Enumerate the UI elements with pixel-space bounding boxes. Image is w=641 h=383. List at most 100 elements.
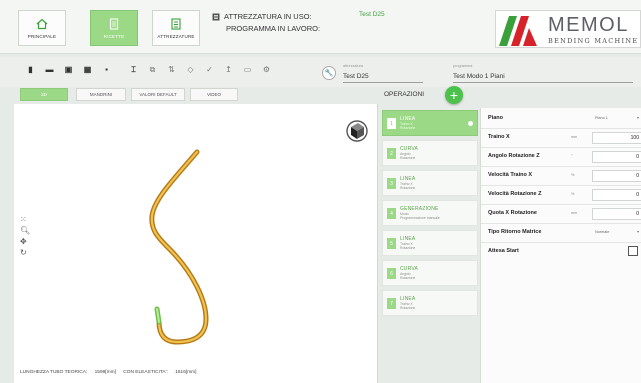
program-info: ATTREZZATURA IN USO: PROGRAMMA IN LAVORO…: [212, 11, 320, 35]
open-icon[interactable]: ▮: [26, 65, 35, 74]
angolo-rotazione-z-input[interactable]: 0: [592, 151, 641, 163]
param-label: Tipo Ritorno Matrice: [488, 229, 542, 235]
toolbar-icons: ▮ ▬ ▣ ▦ ▪ ⌶ ⧉ ⇅ ◇ ✓ ↥ ▭ ⚙: [26, 65, 271, 75]
tooling-status-icon: [212, 13, 220, 21]
program-field-value: Test Modo 1 Piani: [453, 73, 505, 80]
operations-title: OPERAZIONI: [384, 91, 425, 98]
piano-select[interactable]: Piano 1: [592, 113, 641, 125]
operation-item[interactable]: 3 LINEA Traino X Rotazione: [382, 170, 478, 196]
tooling-field[interactable]: attrezzatura Test D25: [343, 64, 423, 83]
operation-details: Modo Programmazione manuale: [400, 212, 440, 220]
save-icon[interactable]: ▬: [45, 65, 54, 74]
attesa-start-checkbox[interactable]: [628, 246, 638, 256]
param-row-attesa-start: Attesa Start: [481, 243, 641, 262]
grid-icon[interactable]: ⌶: [129, 65, 138, 74]
elastic-length-value: 1616[mm]: [175, 370, 197, 375]
theoretical-length-label: LUNGHEZZA TUBO TEORICA:: [20, 370, 88, 375]
chevron-down-icon: ▾: [636, 229, 639, 234]
operation-number: 1: [387, 118, 396, 129]
operation-number: 3: [387, 178, 396, 189]
nav-button-principale[interactable]: PRINCIPALE: [18, 10, 66, 46]
param-unit: mm: [571, 211, 578, 215]
select-icon[interactable]: ⁙: [20, 215, 30, 224]
param-row-velocita-rotazione-z: Velocità Rotazione Z % 0: [481, 186, 641, 205]
velocita-traino-x-input[interactable]: 0: [592, 170, 641, 182]
operation-item[interactable]: 1 LINEA Traino X Rotazione: [382, 110, 478, 136]
add-operation-button[interactable]: +: [445, 86, 463, 104]
operation-details: Angolo Rotazione: [400, 152, 416, 160]
param-row-piano: Piano Piano 1 ▾: [481, 110, 641, 129]
sort-icon[interactable]: ⇅: [167, 65, 176, 74]
tooling-field-value: Test D25: [343, 73, 369, 80]
param-unit: %: [571, 192, 575, 196]
home-icon: [36, 18, 48, 29]
tooling-in-use-value: Test D25: [359, 11, 385, 18]
zoom-icon[interactable]: 🔍︎: [20, 226, 30, 235]
param-label: Velocità Traino X: [488, 172, 533, 178]
theoretical-length-value: 1599[mm]: [94, 370, 116, 375]
nav-button-label: ATTREZZATURE: [157, 33, 195, 39]
orientation-cube-icon[interactable]: [346, 118, 368, 144]
tooling-in-use-label: ATTREZZATURA IN USO:: [224, 12, 312, 21]
operation-item[interactable]: 4 GENERAZIONE Modo Programmazione manual…: [382, 200, 478, 226]
param-label: Quota X Rotazione: [488, 210, 537, 216]
param-label: Velocità Rotazione Z: [488, 191, 542, 197]
wrench-button[interactable]: 🔧: [322, 66, 336, 80]
copy-icon[interactable]: ▭: [243, 65, 252, 74]
nav-button-ricette[interactable]: RICETTE: [90, 10, 138, 46]
logo-tagline: BENDING MACHINE: [548, 37, 639, 45]
program-field[interactable]: programma Test Modo 1 Piani: [453, 64, 633, 83]
operation-item[interactable]: 6 CURVA Angolo Rotazione: [382, 260, 478, 286]
nav-button-label: PRINCIPALE: [27, 33, 57, 39]
fit-view-icon[interactable]: ⧉: [148, 65, 157, 74]
save-as-icon[interactable]: ▣: [64, 65, 73, 74]
operation-number: 7: [387, 298, 396, 309]
param-row-quota-x-rotazione: Quota X Rotazione mm 0: [481, 205, 641, 224]
traino-x-input[interactable]: 100: [592, 132, 641, 144]
check-icon[interactable]: ✓: [205, 65, 214, 74]
tab-3d[interactable]: 3D: [20, 88, 68, 101]
cube-icon[interactable]: ◇: [186, 65, 195, 74]
param-label: Piano: [488, 115, 503, 121]
param-label: Traino X: [488, 134, 510, 140]
param-unit: °: [571, 154, 573, 158]
viewport-tools: ⁙ 🔍︎ ✥ ↻: [20, 215, 30, 257]
pan-icon[interactable]: ✥: [20, 237, 30, 246]
param-unit: %: [571, 173, 575, 177]
operations-list: 1 LINEA Traino X Rotazione 2 CURVA Angol…: [382, 110, 478, 320]
operation-number: 6: [387, 268, 396, 279]
tab-video[interactable]: VIDEO: [190, 88, 238, 101]
operation-details: Angolo Rotazione: [400, 272, 416, 280]
nav-button-attrezzature[interactable]: ATTREZZATURE: [152, 10, 200, 46]
selected-indicator: [468, 121, 473, 126]
program-field-label: programma: [453, 64, 473, 68]
operation-details: Traino X Rotazione: [400, 302, 416, 310]
quota-x-rotazione-input[interactable]: 0: [592, 208, 641, 220]
3d-viewport[interactable]: [14, 104, 378, 383]
operation-details: Traino X Rotazione: [400, 242, 416, 250]
logo-name: MEMOL: [548, 14, 629, 36]
operation-item[interactable]: 5 LINEA Traino X Rotazione: [382, 230, 478, 256]
operation-number: 4: [387, 208, 396, 219]
operation-item[interactable]: 2 CURVA Angolo Rotazione: [382, 140, 478, 166]
print-icon[interactable]: ▦: [83, 65, 92, 74]
settings-icon[interactable]: ⚙: [262, 65, 271, 74]
parameters-panel: Piano Piano 1 ▾ Traino X mm 100 Angolo R…: [480, 108, 641, 383]
move-up-icon[interactable]: ↥: [224, 65, 233, 74]
memol-logo-mark-icon: [499, 16, 537, 46]
recipe-icon: [109, 17, 119, 30]
param-label: Angolo Rotazione Z: [488, 153, 540, 159]
velocita-rotazione-z-input[interactable]: 0: [592, 189, 641, 201]
elastic-length-label: CON ELEASTICITA':: [123, 370, 168, 375]
tooling-field-label: attrezzatura: [343, 64, 364, 68]
operation-number: 5: [387, 238, 396, 249]
operation-item[interactable]: 7 LINEA Traino X Rotazione: [382, 290, 478, 316]
tooling-icon: [171, 17, 181, 30]
tipo-ritorno-matrice-select[interactable]: Normale: [592, 227, 641, 239]
tab-mandrini[interactable]: MANDRINI: [76, 88, 126, 101]
operation-details: Traino X Rotazione: [400, 122, 416, 130]
tab-valori-default[interactable]: VALORI DEFAULT: [131, 88, 185, 101]
operation-number: 2: [387, 148, 396, 159]
delete-icon[interactable]: ▪: [102, 65, 111, 74]
rotate-icon[interactable]: ↻: [20, 248, 30, 257]
